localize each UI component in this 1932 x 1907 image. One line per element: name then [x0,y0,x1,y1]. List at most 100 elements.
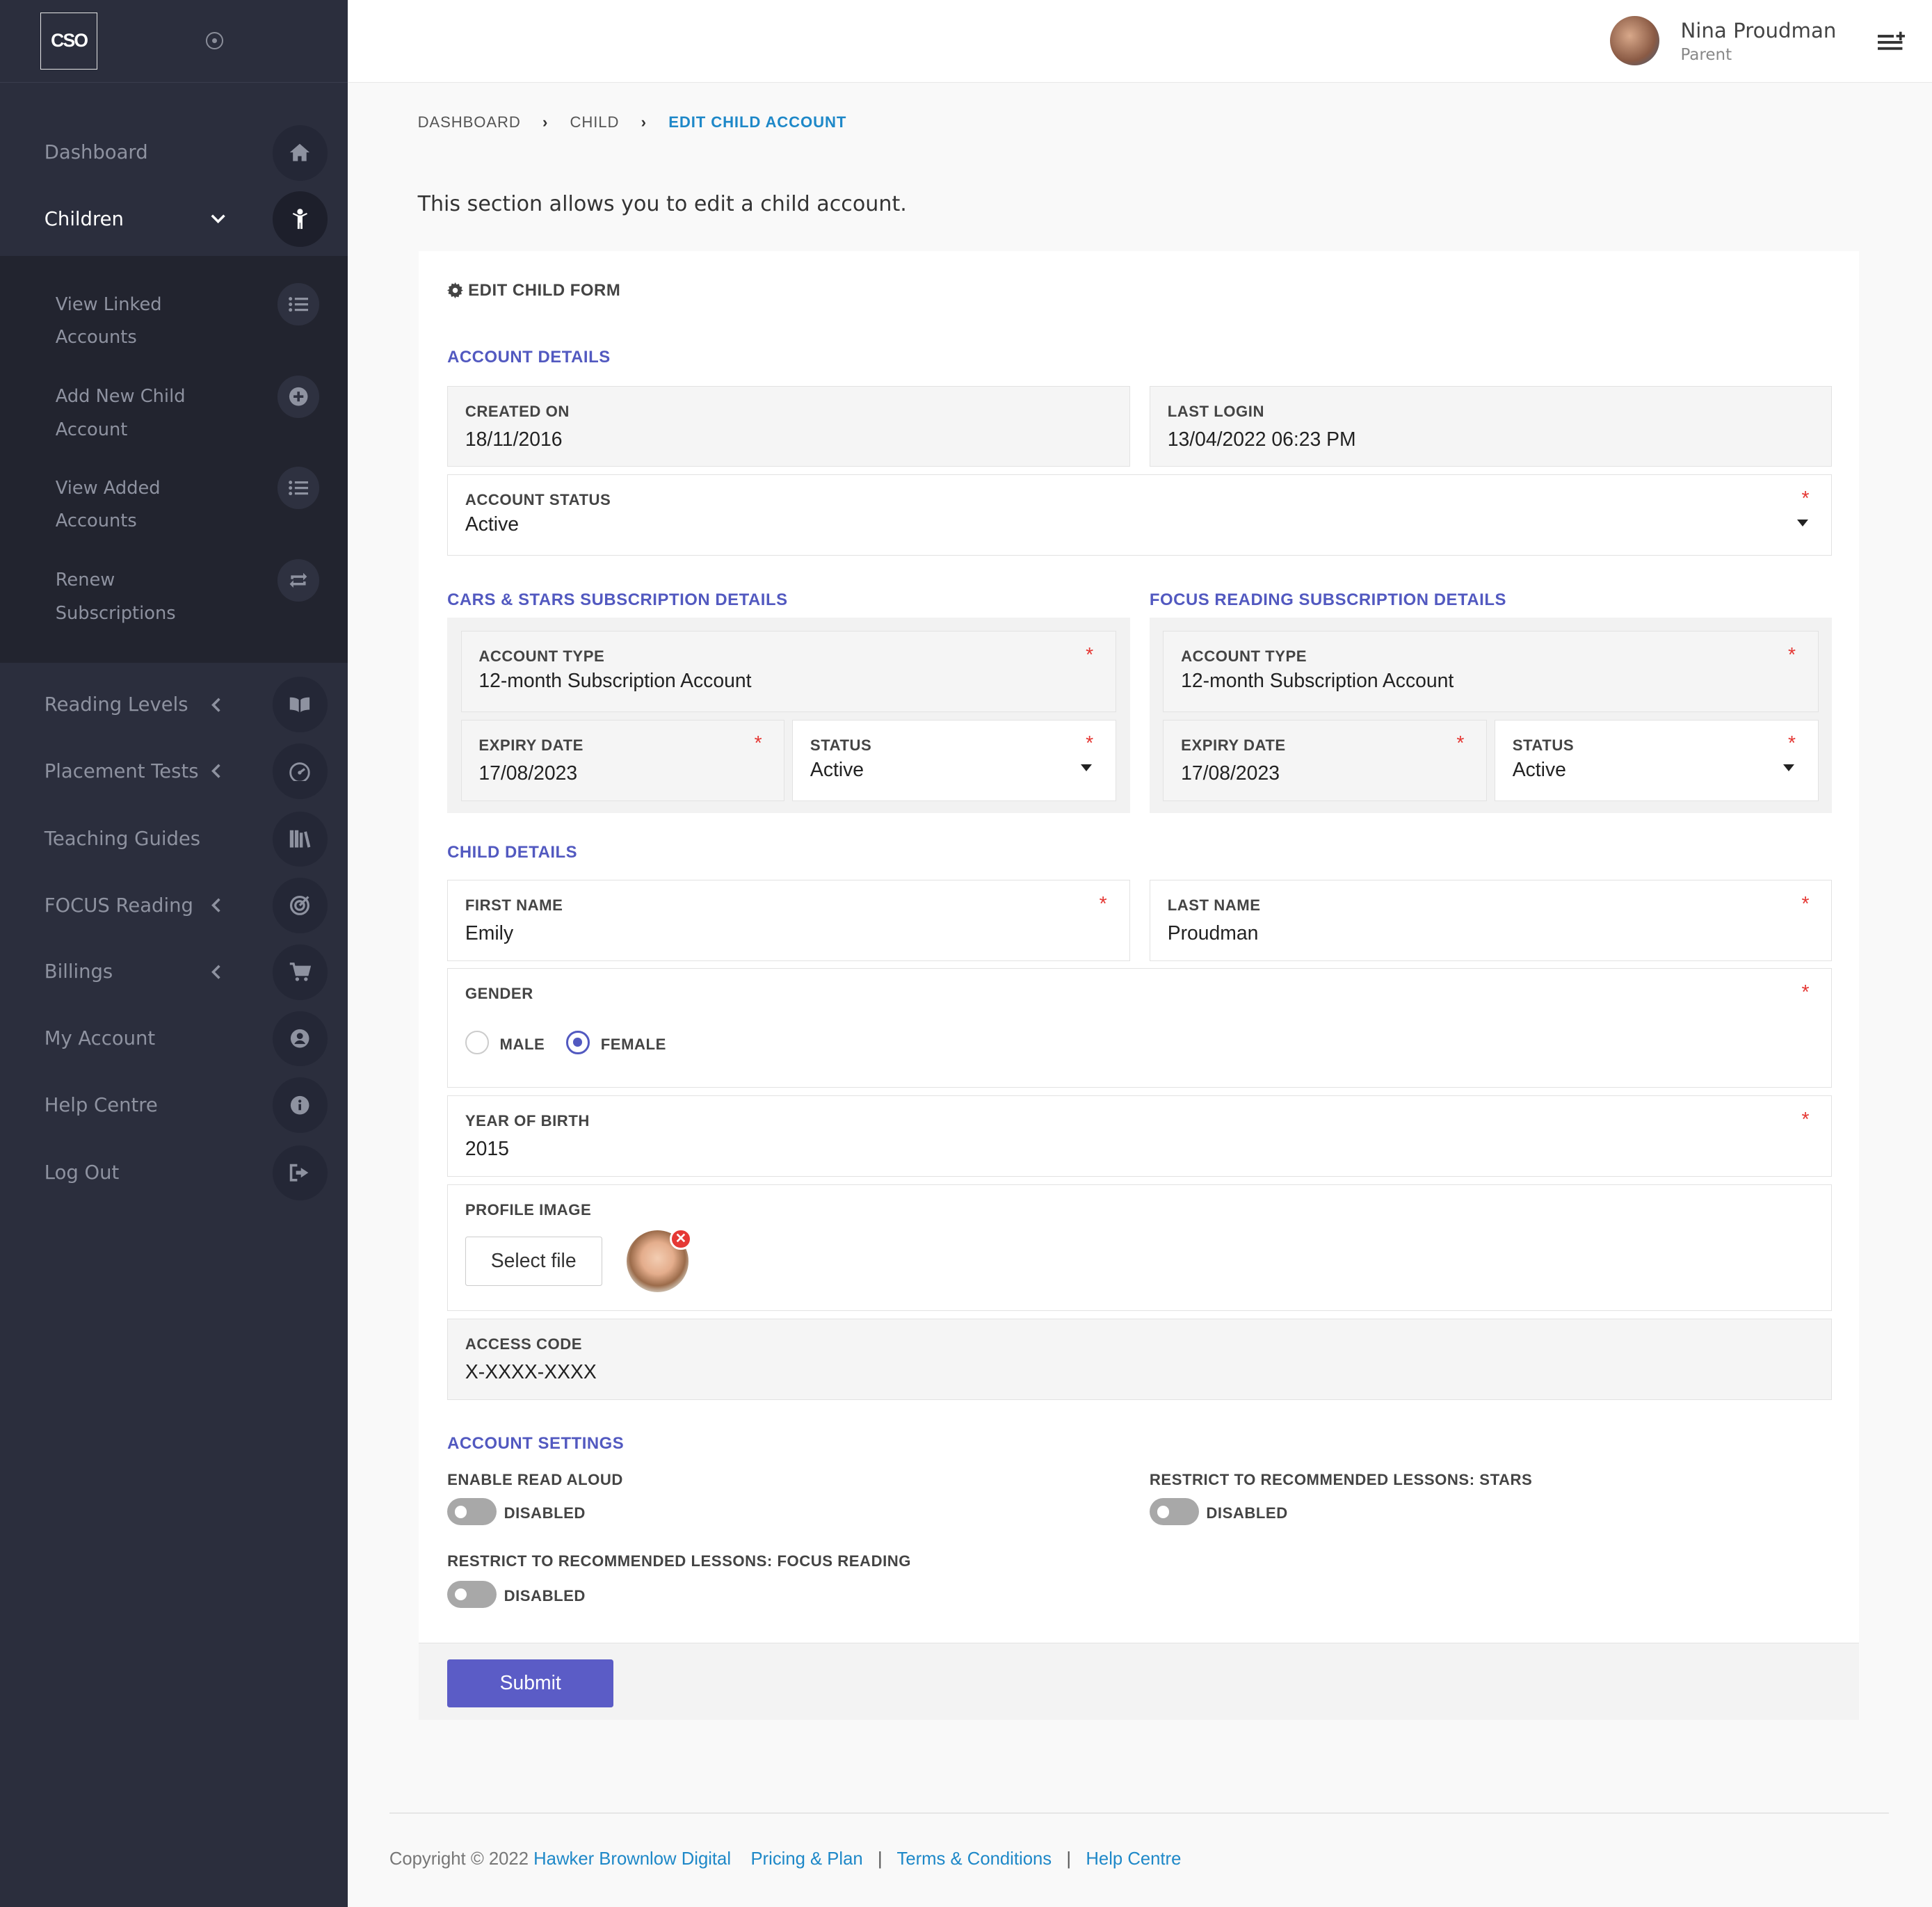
access-code-label: ACCESS CODE [465,1335,582,1353]
year-of-birth-input[interactable]: YEAR OF BIRTH 2015 * [447,1095,1833,1177]
child-icon [272,191,328,248]
logo[interactable]: CSO [40,13,97,70]
sidebar-item-help-centre[interactable]: Help Centre [0,1077,348,1133]
chevron-left-icon [211,698,220,712]
sidebar-item-label: FOCUS Reading [44,894,193,917]
avatar[interactable] [1610,16,1660,65]
gender-field: GENDER * MALE FEMALE [447,968,1833,1088]
account-status-select[interactable]: ACCOUNT STATUS Active * [447,474,1833,556]
restrict-stars-state: DISABLED [1206,1504,1288,1522]
required-mark: * [1086,643,1094,666]
last-login-field: LAST LOGIN 13/04/2022 06:23 PM [1149,385,1833,467]
restrict-focus-toggle[interactable] [447,1580,497,1608]
sidebar-item-label: Placement Tests [44,760,199,782]
required-mark: * [1801,892,1810,915]
required-mark: * [1787,643,1796,666]
gender-male-radio[interactable] [465,1031,489,1054]
footer-link-help[interactable]: Help Centre [1086,1849,1181,1869]
restrict-focus-label: RESTRICT TO RECOMMENDED LESSONS: FOCUS R… [447,1552,912,1570]
cs-status-select[interactable]: STATUS Active * [792,719,1117,801]
select-file-button[interactable]: Select file [465,1236,602,1286]
menu-add-icon[interactable] [1877,30,1905,52]
sidebar-item-label: Dashboard [44,142,148,164]
sidebar-item-label: Billings [44,961,113,983]
sidebar-item-children[interactable]: Children [0,191,348,248]
cs-expiry-value: 17/08/2023 [478,762,578,784]
target-icon [272,878,328,933]
chevron-left-icon [211,764,220,779]
top-header: Nina Proudman Parent [347,0,1932,83]
created-on-field: CREATED ON 18/11/2016 [447,385,1130,467]
book-open-icon [272,677,328,733]
fr-status-label: STATUS [1512,736,1575,754]
sidebar-item-reading-levels[interactable]: Reading Levels [0,677,348,733]
sidebar-item-label: Children [44,208,124,230]
sidebar-item-label: Help Centre [44,1094,158,1116]
chevron-right-icon: › [542,113,549,131]
cs-status-value: Active [810,758,864,781]
last-name-input[interactable]: LAST NAME Proudman * [1149,879,1833,961]
footer-link-terms[interactable]: Terms & Conditions [897,1849,1052,1869]
company-link[interactable]: Hawker Brownlow Digital [533,1849,731,1869]
read-aloud-toggle[interactable] [447,1498,497,1526]
sidebar: CSO Dashboard Children View Linked Accou… [0,0,348,1907]
library-icon [272,811,328,867]
breadcrumb-child[interactable]: CHILD [570,113,620,131]
caret-down-icon [1081,764,1093,771]
read-aloud-state: DISABLED [504,1504,586,1522]
repeat-icon [277,559,319,602]
access-code-value: X-XXXX-XXXX [465,1360,597,1383]
sidebar-item-log-out[interactable]: Log Out [0,1145,348,1201]
home-icon [272,124,328,181]
gender-female-label[interactable]: FEMALE [601,1036,666,1054]
user-circle-icon [272,1011,328,1067]
form-footer: Submit [419,1642,1860,1721]
required-mark: * [1801,981,1810,1004]
section-account-settings: ACCOUNT SETTINGS [447,1434,625,1454]
copyright-text: Copyright © 2022 [389,1849,529,1869]
remove-image-icon[interactable]: ✕ [669,1228,692,1250]
focus-reading-group: ACCOUNT TYPE 12-month Subscription Accou… [1149,617,1833,814]
last-name-label: LAST NAME [1167,896,1261,914]
list-icon [277,467,319,509]
chevron-down-icon [211,214,225,224]
submit-button[interactable]: Submit [447,1659,614,1707]
first-name-input[interactable]: FIRST NAME Emily * [447,879,1130,961]
required-mark: * [1787,732,1796,755]
last-name-value: Proudman [1167,922,1259,945]
gender-female-radio[interactable] [566,1031,590,1054]
account-status-label: ACCOUNT STATUS [465,491,611,509]
sidebar-item-focus-reading[interactable]: FOCUS Reading [0,877,348,933]
sidebar-item-placement-tests[interactable]: Placement Tests [0,743,348,799]
profile-image-label: PROFILE IMAGE [465,1200,592,1218]
section-account-details: ACCOUNT DETAILS [447,347,611,367]
fr-status-select[interactable]: STATUS Active * [1494,719,1819,801]
sidebar-item-label: Log Out [44,1162,120,1184]
sidebar-item-dashboard[interactable]: Dashboard [0,124,348,181]
gender-label: GENDER [465,985,533,1003]
gender-male-label[interactable]: MALE [499,1036,545,1054]
section-child-details: CHILD DETAILS [447,842,578,862]
breadcrumb-current: EDIT CHILD ACCOUNT [668,113,847,131]
page-intro: This section allows you to edit a child … [417,192,907,217]
user-name[interactable]: Nina Proudman [1680,19,1836,42]
required-mark: * [1801,487,1810,510]
fr-account-type-field: ACCOUNT TYPE 12-month Subscription Accou… [1163,631,1819,712]
fr-account-type-value: 12-month Subscription Account [1181,669,1454,692]
sidebar-item-billings[interactable]: Billings [0,944,348,1000]
sidebar-item-teaching-guides[interactable]: Teaching Guides [0,811,348,867]
sidebar-toggle-icon[interactable] [205,32,223,50]
required-mark: * [1456,732,1465,755]
logout-icon [272,1145,328,1201]
submenu-label: Add New Child Account [55,386,186,441]
footer-link-pricing[interactable]: Pricing & Plan [750,1849,862,1869]
sidebar-item-my-account[interactable]: My Account [0,1011,348,1067]
restrict-stars-toggle[interactable] [1149,1498,1199,1526]
account-status-value: Active [465,513,520,536]
chevron-left-icon [211,965,220,979]
cs-account-type-value: 12-month Subscription Account [478,669,752,692]
breadcrumb-dashboard[interactable]: DASHBOARD [418,113,521,131]
form-title-text: EDIT CHILD FORM [468,280,621,300]
chevron-left-icon [211,898,220,913]
first-name-value: Emily [465,922,514,945]
